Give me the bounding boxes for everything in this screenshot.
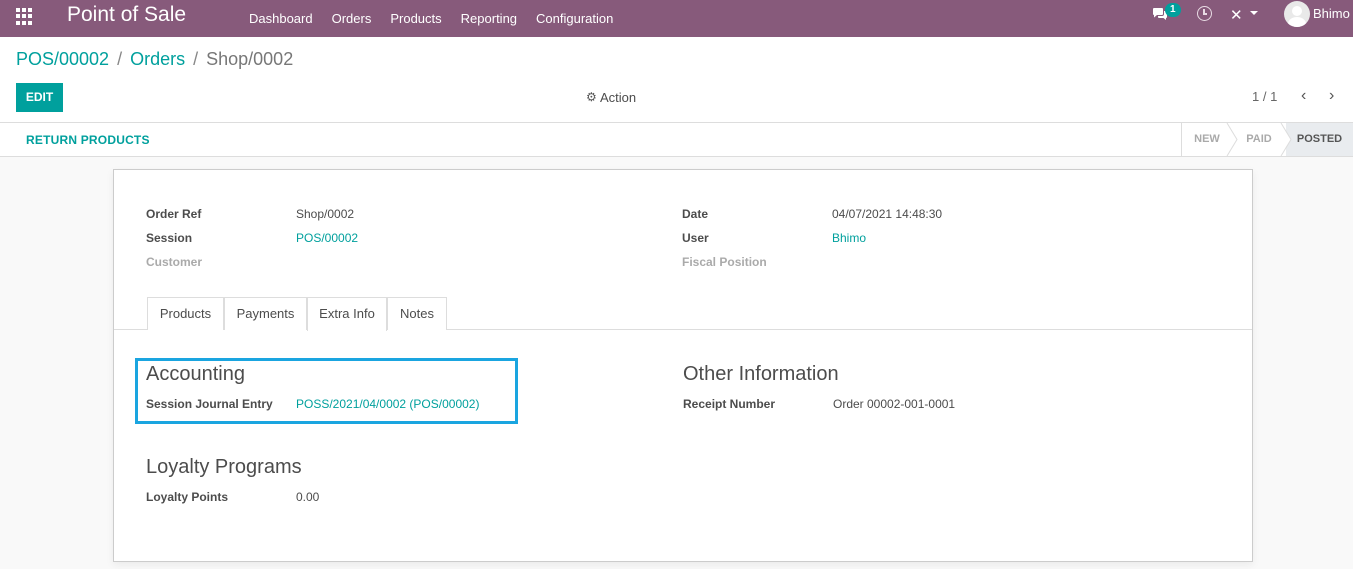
loyalty-points-value: 0.00 [296, 490, 320, 504]
user-avatar[interactable] [1284, 1, 1310, 27]
breadcrumb-orders[interactable]: Orders [130, 49, 185, 70]
form-sheet: Order Ref Shop/0002 Session POS/00002 Cu… [113, 169, 1253, 562]
receipt-number-value: Order 00002-001-0001 [833, 397, 956, 411]
date-label: Date [682, 207, 709, 221]
top-navbar: Point of Sale Dashboard Orders Products … [0, 0, 1353, 37]
action-menu-button[interactable]: ⚙ Action [586, 90, 636, 105]
activity-clock-icon[interactable] [1197, 6, 1212, 21]
fiscal-position-label: Fiscal Position [682, 255, 767, 269]
notebook-tabs: Products Payments Extra Info Notes [114, 297, 1252, 331]
main-menu: Dashboard Orders Products Reporting Conf… [249, 0, 632, 37]
breadcrumb-current: Shop/0002 [206, 49, 294, 69]
control-panel: POS/00002 / Orders / Shop/0002 EDIT ⚙ Ac… [0, 37, 1353, 123]
accounting-title: Accounting [146, 363, 245, 385]
date-value: 04/07/2021 14:48:30 [832, 207, 943, 221]
debug-caret-icon [1250, 11, 1258, 15]
stage-paid[interactable]: PAID [1232, 123, 1286, 156]
tab-payments[interactable]: Payments [224, 297, 307, 330]
tab-notes[interactable]: Notes [387, 297, 447, 330]
menu-item-orders[interactable]: Orders [332, 11, 372, 26]
username[interactable]: Bhimo [1313, 6, 1350, 21]
tab-products[interactable]: Products [147, 297, 224, 330]
other-information-title: Other Information [683, 363, 839, 385]
pager-next-icon[interactable]: › [1329, 87, 1334, 105]
gear-icon: ⚙ [586, 90, 597, 104]
chat-count-badge: 1 [1165, 3, 1181, 17]
edit-button[interactable]: EDIT [16, 83, 63, 112]
order-ref-label: Order Ref [146, 207, 202, 221]
menu-item-reporting[interactable]: Reporting [461, 11, 517, 26]
breadcrumb-separator: / [117, 49, 123, 69]
stage-posted[interactable]: POSTED [1286, 123, 1353, 156]
menu-item-configuration[interactable]: Configuration [536, 11, 613, 26]
pager-value[interactable]: 1 / 1 [1252, 89, 1277, 104]
stage-divider-arrow [1279, 123, 1292, 156]
breadcrumb: POS/00002 / Orders / Shop/0002 [16, 49, 293, 70]
order-ref-value: Shop/0002 [296, 207, 355, 221]
status-bar: RETURN PRODUCTS NEW PAID POSTED [0, 123, 1353, 157]
tab-extra-info[interactable]: Extra Info [307, 297, 387, 331]
apps-menu-icon[interactable] [16, 8, 33, 25]
pager-previous-icon[interactable]: ‹ [1301, 87, 1306, 105]
loyalty-points-label: Loyalty Points [146, 490, 229, 504]
session-link[interactable]: POS/00002 [296, 231, 358, 245]
loyalty-programs-title: Loyalty Programs [146, 456, 302, 478]
user-link[interactable]: Bhimo [832, 231, 866, 245]
menu-item-dashboard[interactable]: Dashboard [249, 11, 313, 26]
action-label: Action [600, 90, 637, 105]
menu-item-products[interactable]: Products [390, 11, 441, 26]
session-label: Session [146, 231, 193, 245]
session-journal-entry-label: Session Journal Entry [146, 397, 273, 411]
return-products-button[interactable]: RETURN PRODUCTS [26, 133, 150, 147]
session-journal-entry-link[interactable]: POSS/2021/04/0002 (POS/00002) [296, 397, 479, 411]
customer-label: Customer [146, 255, 203, 269]
app-title[interactable]: Point of Sale [67, 3, 186, 27]
breadcrumb-session[interactable]: POS/00002 [16, 49, 109, 70]
stage-divider-arrow [1226, 123, 1238, 156]
user-label: User [682, 231, 709, 245]
breadcrumb-separator: / [193, 49, 199, 69]
debug-tools-icon[interactable]: ✕ [1230, 6, 1243, 24]
receipt-number-label: Receipt Number [683, 397, 776, 411]
